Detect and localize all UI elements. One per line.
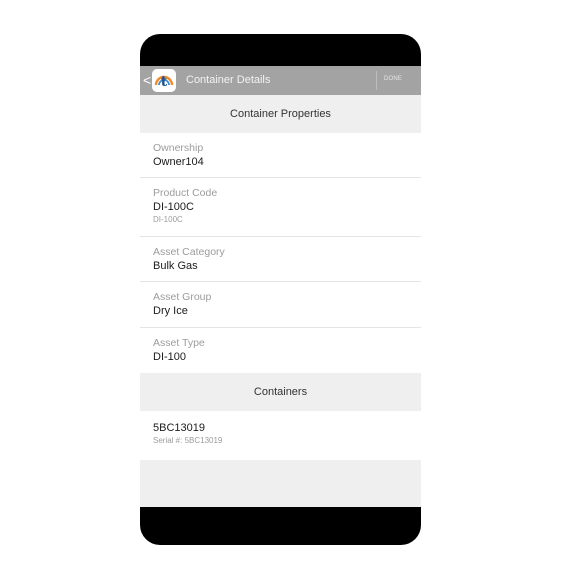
property-row-ownership: Ownership Owner104 (140, 133, 421, 178)
property-row-asset-group: Asset Group Dry Ice (140, 282, 421, 328)
divider (376, 71, 377, 90)
app-logo-letter: t (160, 74, 168, 90)
property-subvalue: DI-100C (153, 215, 183, 224)
section-header-containers: Containers (253, 386, 308, 398)
property-value: DI-100C (153, 201, 194, 213)
property-row-asset-type: Asset Type DI-100 (140, 328, 421, 373)
page-title: Container Details (186, 74, 271, 86)
app-logo-icon: t (152, 69, 176, 92)
property-row-asset-category: Asset Category Bulk Gas (140, 237, 421, 282)
app-bar: < t Container Details DONE (140, 66, 421, 95)
property-label: Ownership (153, 142, 204, 154)
property-value: Bulk Gas (153, 260, 198, 272)
device-frame: < t Container Details DONE Container Pro… (140, 34, 421, 545)
done-button[interactable]: DONE (384, 76, 402, 82)
property-label: Product Code (153, 187, 218, 199)
properties-card: Ownership Owner104 Product Code DI-100C … (140, 133, 421, 373)
container-list-item[interactable]: 5BC13019 Serial #: 5BC13019 (140, 411, 421, 460)
screen: < t Container Details DONE Container Pro… (140, 66, 421, 507)
property-label: Asset Type (153, 337, 205, 349)
container-id: 5BC13019 (153, 422, 205, 434)
property-label: Asset Category (153, 246, 225, 258)
chevron-left-icon[interactable]: < (143, 72, 151, 88)
property-value: Owner104 (153, 156, 204, 168)
property-value: DI-100 (153, 351, 187, 363)
property-label: Asset Group (153, 291, 212, 303)
property-row-product-code: Product Code DI-100C DI-100C (140, 178, 421, 237)
section-header-container-properties: Container Properties (230, 108, 331, 120)
container-serial: Serial #: 5BC13019 (153, 436, 223, 445)
property-value: Dry Ice (153, 305, 188, 317)
